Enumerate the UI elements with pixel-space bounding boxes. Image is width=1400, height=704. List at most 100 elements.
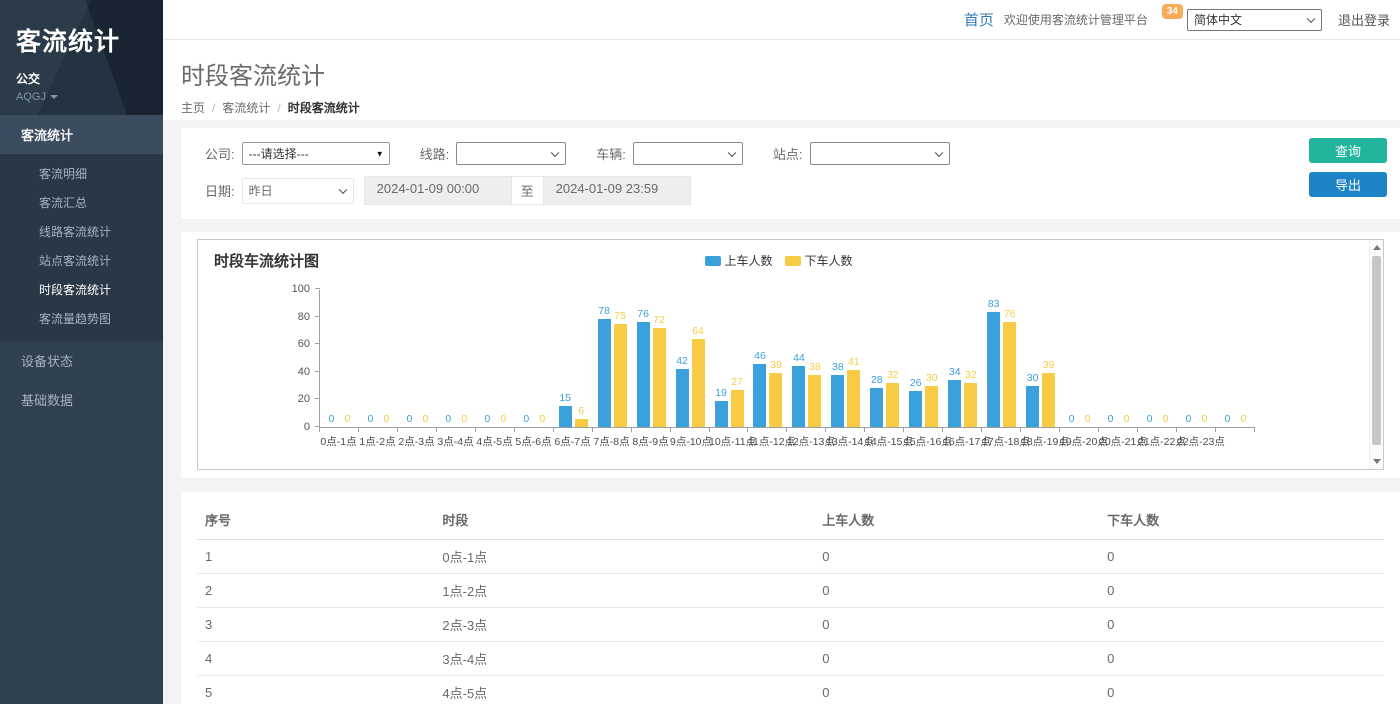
legend-item[interactable]: 下车人数 xyxy=(785,252,853,269)
date-preset-select[interactable]: 昨日 xyxy=(242,178,354,204)
chart-xlabels: 0点-1点1点-2点2点-3点3点-4点4点-5点5点-6点6点-7点7点-8点… xyxy=(319,434,1255,449)
stats-table: 序号 时段 上车人数 下车人数 10点-1点0021点-2点0032点-3点00… xyxy=(197,500,1384,704)
app-window: 客流统计 公交 AQGJ 客流统计 客流明细客流汇总线路客流统计站点客流统计时段… xyxy=(0,0,1400,704)
table-cell: 0 xyxy=(1099,642,1384,676)
sidebar-item[interactable]: 客流明细 xyxy=(0,159,163,188)
line-select-wrap xyxy=(456,142,566,165)
table-panel: 序号 时段 上车人数 下车人数 10点-1点0021点-2点0032点-3点00… xyxy=(181,492,1400,704)
sidebar-item[interactable]: 时段客流统计 xyxy=(0,275,163,304)
table-body: 10点-1点0021点-2点0032点-3点0043点-4点0054点-5点00… xyxy=(197,540,1384,704)
bar xyxy=(964,383,977,427)
company-filter: 公司: ---请选择--- ▼ xyxy=(205,142,390,165)
sidebar-section-device-status[interactable]: 设备状态 xyxy=(0,341,163,380)
chart-plot-wrap: 0204060801000000000000001567875767242641… xyxy=(319,290,1255,449)
date-end-input[interactable]: 2024-01-09 23:59 xyxy=(543,176,691,205)
bar-column: 41 xyxy=(847,357,860,427)
home-link[interactable]: 首页 xyxy=(964,9,994,30)
query-button[interactable]: 查询 xyxy=(1309,138,1387,163)
bar-column: 39 xyxy=(769,360,782,427)
user-dropdown[interactable]: AQGJ xyxy=(16,91,163,103)
sidebar-section-passenger-stats[interactable]: 客流统计 xyxy=(0,115,163,154)
breadcrumb-separator: / xyxy=(212,101,215,115)
bar-value-label: 30 xyxy=(926,373,938,384)
sidebar-section-base-data[interactable]: 基础数据 xyxy=(0,380,163,419)
bar-value-label: 76 xyxy=(1004,309,1016,320)
bar xyxy=(731,390,744,427)
x-axis-label: 21点-22点 xyxy=(1138,434,1177,449)
x-axis-label: 1点-2点 xyxy=(358,434,397,449)
language-select[interactable]: 简体中文 xyxy=(1187,9,1322,31)
y-axis-label: 20 xyxy=(280,393,310,405)
bar xyxy=(948,380,961,427)
sidebar-item[interactable]: 站点客流统计 xyxy=(0,246,163,275)
sidebar-submenu: 客流明细客流汇总线路客流统计站点客流统计时段客流统计客流量趋势图 xyxy=(0,154,163,341)
bar-column: 0 xyxy=(1081,414,1094,427)
x-axis-label: 4点-5点 xyxy=(475,434,514,449)
vehicle-select[interactable] xyxy=(633,142,743,165)
sidebar-item[interactable]: 线路客流统计 xyxy=(0,217,163,246)
bar xyxy=(653,328,666,427)
bar-column: 0 xyxy=(341,414,354,427)
y-axis-tick xyxy=(315,316,320,317)
sidebar-item[interactable]: 客流汇总 xyxy=(0,188,163,217)
bar-group: 00 xyxy=(320,414,359,427)
company-select[interactable]: ---请选择--- xyxy=(242,142,390,165)
breadcrumb-section[interactable]: 客流统计 xyxy=(222,101,270,115)
bar xyxy=(1042,373,1055,427)
line-select[interactable] xyxy=(456,142,566,165)
bar-group: 2832 xyxy=(865,370,904,427)
table-cell: 3 xyxy=(197,608,434,642)
x-axis-tick xyxy=(593,428,632,432)
bar-column: 32 xyxy=(964,370,977,427)
y-axis-label: 100 xyxy=(280,283,310,295)
bar-group: 83 76 xyxy=(982,299,1021,427)
bar-value-label: 38 xyxy=(809,362,821,373)
user-name: AQGJ xyxy=(16,91,46,103)
scrollbar-thumb[interactable] xyxy=(1372,256,1381,445)
bar-group: 156 xyxy=(554,393,593,427)
bar xyxy=(769,373,782,427)
table-cell: 2点-3点 xyxy=(434,608,814,642)
caret-down-icon xyxy=(50,95,58,99)
bar-column: 75 xyxy=(614,311,627,427)
x-axis-tick xyxy=(554,428,593,432)
date-to-addon: 至 xyxy=(512,176,543,205)
scroll-up-arrow-icon[interactable] xyxy=(1373,245,1381,250)
table-cell: 0 xyxy=(814,540,1099,574)
bar-group: 3841 xyxy=(826,357,865,427)
x-axis-label: 7点-8点 xyxy=(592,434,631,449)
scroll-down-arrow-icon[interactable] xyxy=(1373,459,1381,464)
bar-column: 76 xyxy=(1003,309,1016,427)
bar-value-label: 0 xyxy=(1186,414,1192,425)
bar-column: 0 xyxy=(1159,414,1172,427)
bar-column: 46 xyxy=(753,351,766,427)
bar-column: 0 xyxy=(364,414,377,427)
bar xyxy=(559,406,572,427)
logout-link[interactable]: 退出登录 xyxy=(1338,10,1390,29)
vehicle-select-wrap xyxy=(633,142,743,165)
legend-item[interactable]: 上车人数 xyxy=(704,252,772,269)
table-row: 32点-3点00 xyxy=(197,608,1384,642)
bar-value-label: 75 xyxy=(614,311,626,322)
bar-column: 83 xyxy=(987,299,1000,427)
main-area: 首页 欢迎使用客流统计管理平台 34 简体中文 退出登录 时段客流统计 主页/客… xyxy=(163,0,1400,704)
x-axis-label: 11点-12点 xyxy=(748,434,787,449)
table-cell: 0 xyxy=(814,608,1099,642)
bar-column: 0 xyxy=(458,414,471,427)
x-axis-tick xyxy=(1138,428,1177,432)
y-axis-tick xyxy=(315,398,320,399)
station-select[interactable] xyxy=(810,142,950,165)
date-start-input[interactable]: 2024-01-09 00:00 xyxy=(364,176,512,205)
legend-label: 上车人数 xyxy=(724,252,772,269)
export-button[interactable]: 导出 xyxy=(1309,172,1387,197)
sidebar-item[interactable]: 客流量趋势图 xyxy=(0,304,163,333)
table-cell: 0 xyxy=(1099,540,1384,574)
y-axis-tick xyxy=(315,371,320,372)
x-axis-label: 16点-17点 xyxy=(943,434,982,449)
breadcrumb-home[interactable]: 主页 xyxy=(181,101,205,115)
x-axis-tick xyxy=(359,428,398,432)
y-axis-label: 60 xyxy=(280,338,310,350)
x-axis-tick xyxy=(1021,428,1060,432)
x-axis-label: 0点-1点 xyxy=(319,434,358,449)
bar-column: 0 xyxy=(520,414,533,427)
